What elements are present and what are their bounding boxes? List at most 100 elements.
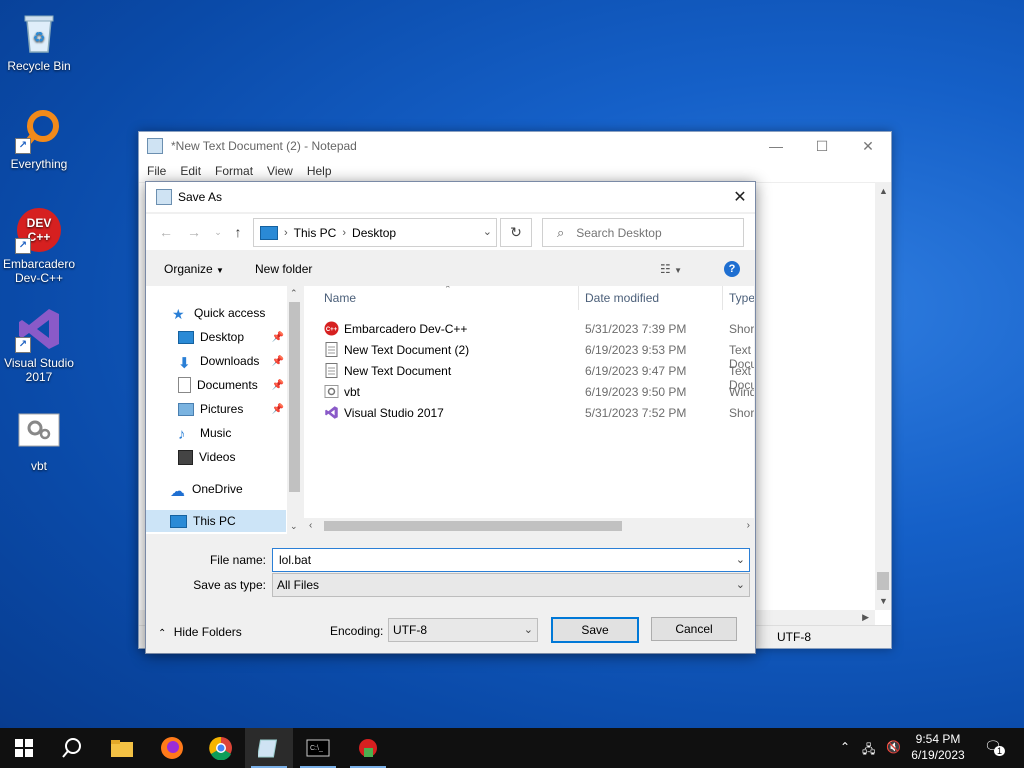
pin-icon[interactable]: 📌 xyxy=(272,404,284,415)
file-row[interactable]: vbt 6/19/2023 9:50 PM Windows xyxy=(304,381,754,402)
scroll-up-icon[interactable]: ▲ xyxy=(879,186,888,196)
network-icon[interactable]: 🖧 xyxy=(862,740,875,761)
file-row[interactable]: C++ Embarcadero Dev-C++ 5/31/2023 7:39 P… xyxy=(304,318,754,339)
menu-edit[interactable]: Edit xyxy=(180,164,201,178)
devcpp-taskbar-button[interactable] xyxy=(344,728,392,768)
forward-arrow-icon[interactable]: → xyxy=(184,222,204,242)
address-bar[interactable]: › This PC › Desktop ⌄ xyxy=(253,218,497,247)
file-name-input[interactable] xyxy=(277,552,721,568)
file-explorer-taskbar-button[interactable] xyxy=(98,728,146,768)
command-prompt-icon: C:\_ xyxy=(306,739,330,757)
search-input[interactable] xyxy=(574,224,729,241)
svg-text:♻: ♻ xyxy=(33,29,46,45)
notepad-icon xyxy=(156,189,172,205)
nav-pane-scrollbar[interactable]: ⌃ ⌄ xyxy=(287,286,302,534)
scroll-thumb[interactable] xyxy=(324,521,622,531)
pin-icon[interactable]: 📌 xyxy=(272,356,284,367)
nav-item-pictures[interactable]: Pictures 📌 xyxy=(146,398,286,420)
file-row[interactable]: Visual Studio 2017 5/31/2023 7:52 PM Sho… xyxy=(304,402,754,423)
refresh-button[interactable]: ↻ xyxy=(500,218,532,247)
chrome-taskbar-button[interactable] xyxy=(197,728,245,768)
pin-icon[interactable]: 📌 xyxy=(272,332,284,343)
chevron-down-icon[interactable]: ⌄ xyxy=(736,553,745,566)
hide-folders-button[interactable]: ⌃ Hide Folders xyxy=(158,625,242,639)
file-name: vbt xyxy=(344,385,361,399)
nav-item-quick-access[interactable]: ★ Quick access xyxy=(146,302,286,324)
menu-view[interactable]: View xyxy=(267,164,293,178)
scroll-right-icon[interactable]: › xyxy=(747,520,750,531)
volume-muted-icon[interactable]: 🔇 xyxy=(886,740,901,754)
firefox-taskbar-button[interactable] xyxy=(148,728,196,768)
menu-help[interactable]: Help xyxy=(307,164,332,178)
close-button[interactable]: ✕ xyxy=(845,132,891,160)
breadcrumb-this-pc[interactable]: This PC xyxy=(294,226,337,240)
cancel-button[interactable]: Cancel xyxy=(651,617,737,641)
file-row[interactable]: New Text Document 6/19/2023 9:47 PM Text… xyxy=(304,360,754,392)
chevron-down-icon[interactable]: ⌄ xyxy=(483,225,492,238)
caret-down-icon: ▼ xyxy=(674,266,683,275)
column-header-type[interactable]: Type xyxy=(729,286,754,310)
cmd-taskbar-button[interactable]: C:\_ xyxy=(294,728,342,768)
menu-file[interactable]: File xyxy=(147,164,166,178)
view-options-button[interactable]: ☷ ▼ xyxy=(660,262,682,276)
help-button[interactable]: ? xyxy=(724,261,740,277)
nav-item-onedrive[interactable]: ☁ OneDrive xyxy=(146,478,286,500)
file-row[interactable]: New Text Document (2) 6/19/2023 9:53 PM … xyxy=(304,339,754,371)
file-list-horizontal-scrollbar[interactable]: ‹ › xyxy=(304,518,754,534)
scroll-up-icon[interactable]: ⌃ xyxy=(290,288,298,299)
minimize-button[interactable]: — xyxy=(753,132,799,160)
notifications-button[interactable]: 🗨 1 xyxy=(984,738,1006,756)
search-box[interactable]: ⌕ xyxy=(542,218,744,247)
maximize-button[interactable]: ☐ xyxy=(799,132,845,160)
pin-icon[interactable]: 📌 xyxy=(272,380,284,391)
notepad-vertical-scrollbar[interactable]: ▲ ▼ xyxy=(875,182,891,610)
desktop-icon-vbt[interactable]: vbt xyxy=(1,408,77,473)
desktop-icon-devcpp[interactable]: DEV C++ ↗ Embarcadero Dev-C++ xyxy=(1,206,77,285)
scroll-down-icon[interactable]: ⌄ xyxy=(290,521,298,532)
dialog-close-button[interactable]: ✕ xyxy=(725,182,755,212)
column-header-name[interactable]: Name xyxy=(324,286,356,310)
chevron-down-icon[interactable]: ⌄ xyxy=(524,623,533,636)
dialog-title-bar[interactable]: Save As xyxy=(146,182,755,212)
encoding-select[interactable]: UTF-8 ⌄ xyxy=(388,618,538,642)
nav-item-downloads[interactable]: ⬇ Downloads 📌 xyxy=(146,350,286,372)
nav-item-this-pc[interactable]: This PC xyxy=(146,510,286,532)
encoding-value: UTF-8 xyxy=(393,623,427,637)
save-button[interactable]: Save xyxy=(551,617,639,643)
devcpp-icon: DEV C++ ↗ xyxy=(15,206,63,254)
svg-text:C++: C++ xyxy=(28,230,51,244)
scroll-down-icon[interactable]: ▼ xyxy=(879,596,888,606)
desktop-icon-visual-studio[interactable]: ↗ Visual Studio 2017 xyxy=(1,305,77,384)
scroll-left-icon[interactable]: ‹ xyxy=(309,520,312,531)
nav-item-videos[interactable]: Videos xyxy=(146,446,286,468)
clock[interactable]: 9:54 PM 6/19/2023 xyxy=(900,731,976,763)
desktop-icon-everything[interactable]: ↗ Everything xyxy=(1,106,77,171)
notepad-taskbar-button[interactable] xyxy=(245,728,293,768)
file-name-combobox[interactable]: ⌄ xyxy=(272,548,750,572)
nav-item-documents[interactable]: Documents 📌 xyxy=(146,374,286,396)
scroll-thumb[interactable] xyxy=(877,572,889,590)
back-arrow-icon[interactable]: ← xyxy=(156,222,176,242)
desktop-icon-recycle-bin[interactable]: ♻ Recycle Bin xyxy=(1,8,77,73)
new-folder-button[interactable]: New folder xyxy=(255,262,312,276)
column-header-date[interactable]: Date modified xyxy=(585,286,659,310)
show-hidden-icons-button[interactable]: ⌃ xyxy=(840,740,850,754)
file-date: 6/19/2023 9:53 PM xyxy=(585,343,687,357)
breadcrumb-desktop[interactable]: Desktop xyxy=(352,226,396,240)
recent-locations-icon[interactable]: ⌄ xyxy=(208,222,228,242)
devcpp-icon xyxy=(359,739,377,757)
notepad-menu-bar: File Edit Format View Help xyxy=(139,160,891,183)
nav-item-music[interactable]: ♪ Music xyxy=(146,422,286,444)
scroll-right-icon[interactable]: ▶ xyxy=(862,612,869,623)
save-type-select[interactable]: All Files ⌄ xyxy=(272,573,750,597)
search-taskbar-button[interactable] xyxy=(48,728,96,768)
notepad-icon xyxy=(147,138,163,154)
up-arrow-icon[interactable]: ↑ xyxy=(228,222,248,242)
file-type: Shortcut xyxy=(729,406,754,420)
nav-item-desktop[interactable]: Desktop 📌 xyxy=(146,326,286,348)
scroll-thumb[interactable] xyxy=(289,302,300,492)
start-button[interactable] xyxy=(0,728,48,768)
menu-format[interactable]: Format xyxy=(215,164,253,178)
organize-button[interactable]: Organize ▼ xyxy=(164,262,224,276)
chevron-down-icon[interactable]: ⌄ xyxy=(736,578,745,591)
